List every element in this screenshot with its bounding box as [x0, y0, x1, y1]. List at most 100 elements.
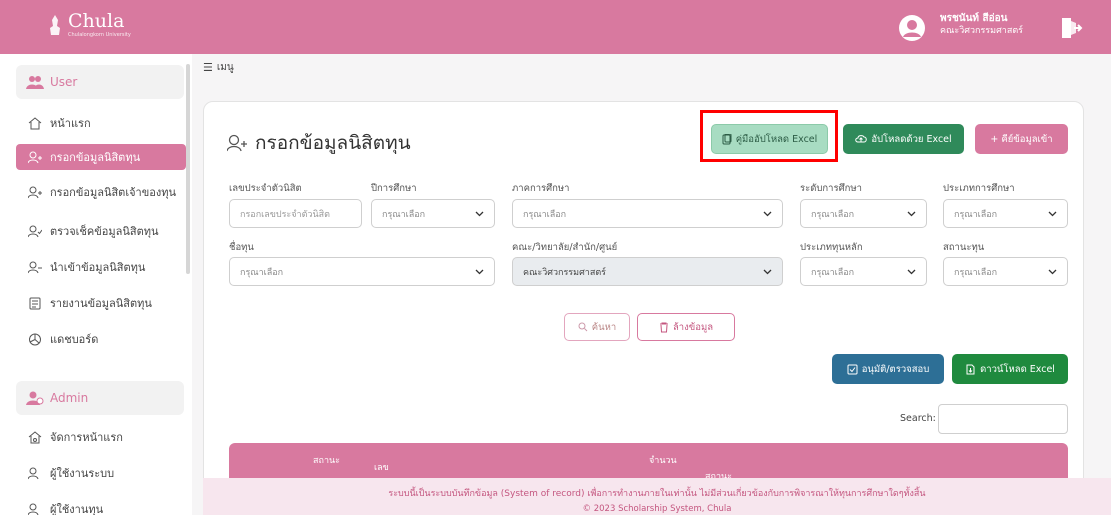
user-add-icon	[227, 134, 247, 152]
sidebar-item-label: รายงานข้อมูลนิสิตทุน	[50, 297, 152, 310]
scholarship-name-select[interactable]: กรุณาเลือก	[229, 257, 495, 286]
education-level-label: ระดับการศึกษา	[800, 183, 862, 194]
sidebar-item-import[interactable]: นำเข้าข้อมูลนิสิตทุน	[16, 254, 186, 280]
user-icon	[28, 503, 39, 515]
scholarship-name-value: กรุณาเลือก	[240, 267, 284, 278]
sidebar-item-system-users[interactable]: ผู้ใช้งานระบบ	[16, 460, 186, 486]
table-header-cell[interactable]: เลข	[374, 460, 389, 474]
academic-year-select[interactable]: กรุณาเลือก	[371, 199, 495, 228]
academic-year-value: กรุณาเลือก	[382, 209, 426, 220]
sidebar-item-label: ผู้ใช้งานทุน	[50, 503, 104, 515]
home-settings-icon	[28, 430, 42, 443]
sidebar-item-dashboard[interactable]: แดชบอร์ด	[16, 326, 186, 352]
faculty-value: คณะวิศวกรรมศาสตร์	[523, 267, 607, 278]
admin-icon	[26, 391, 44, 405]
approve-button[interactable]: อนุมัติ/ตรวจสอบ	[832, 354, 944, 384]
program-type-label: ประเภทการศึกษา	[943, 183, 1015, 194]
upload-excel-button[interactable]: อัปโหลดด้วย Excel	[843, 124, 964, 154]
semester-label: ภาคการศึกษา	[512, 183, 570, 194]
sidebar-item-label: ตรวจเช็คข้อมูลนิสิตทุน	[50, 225, 159, 238]
chula-logo[interactable]: Chula Chulalongkorn University	[48, 12, 131, 38]
education-level-select[interactable]: กรุณาเลือก	[800, 199, 927, 228]
user-add-icon	[28, 186, 42, 198]
footer: ระบบนี้เป็นระบบบันทึกข้อมูล (System of r…	[203, 478, 1111, 515]
chevron-down-icon	[907, 269, 916, 275]
sidebar-section-user[interactable]: User	[16, 65, 184, 99]
sidebar-item-fill-scholar[interactable]: กรอกข้อมูลนิสิตทุน	[16, 144, 186, 170]
main-type-select[interactable]: กรุณาเลือก	[800, 257, 927, 286]
chevron-down-icon	[1048, 269, 1057, 275]
sidebar-section-user-label: User	[50, 75, 78, 89]
program-type-select[interactable]: กรุณาเลือก	[943, 199, 1068, 228]
education-level-value: กรุณาเลือก	[811, 209, 855, 220]
faculty-select[interactable]: คณะวิศวกรรมศาสตร์	[512, 257, 783, 286]
cloud-upload-icon	[855, 135, 868, 143]
academic-year-label: ปีการศึกษา	[371, 183, 417, 194]
home-icon	[28, 116, 42, 129]
user-department: คณะวิศวกรรมศาสตร์	[940, 25, 1024, 36]
table-search-input[interactable]	[938, 404, 1068, 434]
logout-icon[interactable]	[1058, 15, 1084, 41]
chevron-down-icon	[475, 211, 484, 217]
student-id-label: เลขประจำตัวนิสิต	[229, 183, 302, 194]
highlight-box	[700, 110, 838, 162]
key-in-button[interactable]: + คีย์ข้อมูลเข้า	[975, 124, 1068, 154]
sidebar-item-label: กรอกข้อมูลนิสิตทุน	[50, 151, 141, 164]
sidebar-item-fill-owner[interactable]: กรอกข้อมูลนิสิตเจ้าของทุน	[16, 179, 186, 205]
upload-excel-label: อัปโหลดด้วย Excel	[871, 133, 952, 145]
chevron-down-icon	[475, 269, 484, 275]
search-label: ค้นหา	[591, 321, 617, 333]
sidebar-item-label: จัดการหน้าแรก	[50, 431, 123, 444]
dashboard-icon	[29, 333, 41, 345]
sidebar-item-label: หน้าแรก	[50, 117, 91, 130]
download-excel-button[interactable]: ดาวน์โหลด Excel	[952, 354, 1068, 384]
file-download-icon	[966, 364, 975, 374]
page-title-text: กรอกข้อมูลนิสิตทุน	[255, 132, 411, 154]
semester-select[interactable]: กรุณาเลือก	[512, 199, 783, 228]
menu-toggle[interactable]: ☰ เมนู	[203, 60, 234, 75]
sidebar-item-home[interactable]: หน้าแรก	[16, 110, 186, 136]
sidebar-item-report[interactable]: รายงานข้อมูลนิสิตทุน	[16, 290, 186, 316]
sidebar-item-label: ผู้ใช้งานระบบ	[50, 467, 115, 480]
status-select[interactable]: กรุณาเลือก	[943, 257, 1068, 286]
scholarship-name-label: ชื่อทุน	[229, 242, 254, 253]
trash-icon	[659, 322, 668, 332]
sidebar-item-manage-home[interactable]: จัดการหน้าแรก	[16, 424, 186, 450]
footer-copyright: © 2023 Scholarship System, Chula	[582, 504, 732, 514]
top-bar: Chula Chulalongkorn University พรชนันท์ …	[0, 0, 1111, 54]
download-excel-label: ดาวน์โหลด Excel	[980, 363, 1055, 375]
sidebar-item-label: แดชบอร์ด	[50, 333, 99, 346]
user-icon	[28, 467, 39, 479]
student-id-input[interactable]: กรอกเลขประจำตัวนิสิต	[229, 199, 362, 228]
hamburger-icon: ☰	[203, 61, 213, 74]
search-button[interactable]: ค้นหา	[564, 313, 630, 341]
status-label: สถานะทุน	[943, 242, 985, 253]
main-type-value: กรุณาเลือก	[811, 267, 855, 278]
sidebar-item-scholar-users[interactable]: ผู้ใช้งานทุน	[16, 496, 186, 515]
report-icon	[29, 297, 41, 309]
user-info[interactable]: พรชนันท์ สีอ่อน คณะวิศวกรรมศาสตร์	[940, 13, 1023, 37]
user-add-icon	[28, 151, 42, 163]
table-header-cell[interactable]: สถานะ	[313, 453, 340, 467]
sidebar-section-admin[interactable]: Admin	[16, 381, 184, 415]
sidebar-item-label: นำเข้าข้อมูลนิสิตทุน	[50, 261, 146, 274]
chula-emblem-icon	[50, 15, 60, 35]
chevron-down-icon	[907, 211, 916, 217]
chevron-down-icon	[763, 269, 772, 275]
search-icon	[578, 322, 588, 332]
user-name: พรชนันท์ สีอ่อน	[940, 13, 1008, 24]
table-search-label: Search:	[900, 413, 936, 424]
chevron-down-icon	[1048, 211, 1057, 217]
sidebar-scrollbar[interactable]	[186, 64, 190, 274]
program-type-value: กรุณาเลือก	[954, 209, 998, 220]
clear-label: ล้างข้อมูล	[672, 321, 714, 333]
sidebar-item-check[interactable]: ตรวจเช็คข้อมูลนิสิตทุน	[16, 218, 186, 244]
faculty-label: คณะ/วิทยาลัย/สำนัก/ศูนย์	[512, 242, 618, 253]
check-square-icon	[847, 364, 858, 374]
status-value: กรุณาเลือก	[954, 267, 998, 278]
semester-value: กรุณาเลือก	[523, 209, 567, 220]
sidebar-section-admin-label: Admin	[50, 391, 89, 405]
user-avatar-icon[interactable]	[898, 14, 926, 42]
clear-button[interactable]: ล้างข้อมูล	[637, 313, 735, 341]
table-header-cell[interactable]: จำนวน	[649, 453, 677, 467]
